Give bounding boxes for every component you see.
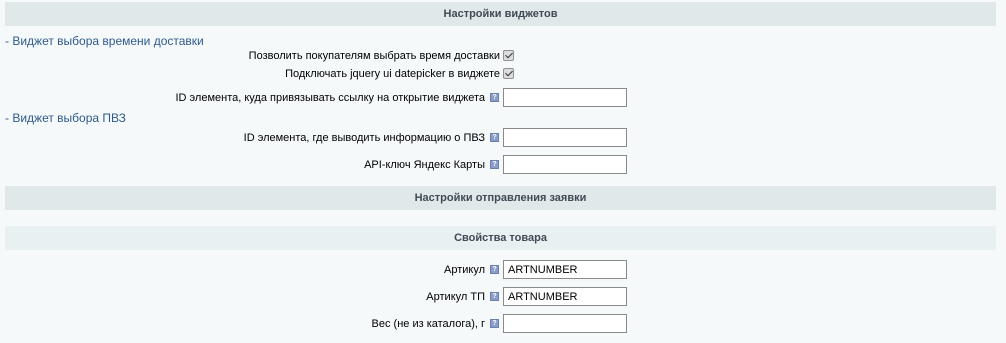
pvz-widget-section[interactable]: - Виджет выбора ПВЗ: [5, 111, 126, 125]
article-row: Артикул ?: [0, 260, 1006, 280]
article-tp-label: Артикул ТП: [426, 291, 485, 303]
widget-link-element-label: ID элемента, куда привязывать ссылку на …: [175, 92, 485, 104]
product-properties-heading: Свойства товара: [5, 226, 996, 250]
hint-icon[interactable]: ?: [490, 319, 499, 328]
widget-link-element-input[interactable]: [503, 88, 627, 107]
hint-icon[interactable]: ?: [490, 133, 499, 142]
connect-datepicker-label: Подключать jquery ui datepicker в виджет…: [285, 68, 500, 80]
request-settings-heading: Настройки отправления заявки: [5, 186, 996, 210]
yandex-api-key-input[interactable]: [503, 155, 627, 174]
pvz-info-element-label: ID элемента, где выводить информацию о П…: [243, 132, 485, 144]
weight-row: Вес (не из каталога), г ?: [0, 314, 1006, 334]
yandex-api-key-label: API-ключ Яндекс Карты: [364, 159, 485, 171]
article-tp-input[interactable]: [503, 287, 627, 306]
connect-datepicker-checkbox[interactable]: [503, 68, 514, 79]
pvz-info-element-row: ID элемента, где выводить информацию о П…: [0, 128, 1006, 148]
article-tp-row: Артикул ТП ?: [0, 287, 1006, 307]
yandex-api-key-row: API-ключ Яндекс Карты ?: [0, 155, 1006, 175]
allow-time-choice-checkbox[interactable]: [503, 50, 514, 61]
widget-link-element-row: ID элемента, куда привязывать ссылку на …: [0, 88, 1006, 108]
hint-icon[interactable]: ?: [490, 265, 499, 274]
article-label: Артикул: [443, 264, 485, 276]
allow-time-choice-label: Позволить покупателям выбрать время дост…: [248, 50, 500, 62]
hint-icon[interactable]: ?: [490, 160, 499, 169]
weight-label: Вес (не из каталога), г: [371, 318, 485, 330]
article-input[interactable]: [503, 260, 627, 279]
weight-input[interactable]: [503, 314, 627, 333]
pvz-info-element-input[interactable]: [503, 128, 627, 147]
widget-settings-heading: Настройки виджетов: [5, 2, 996, 26]
connect-datepicker-row: Подключать jquery ui datepicker в виджет…: [0, 64, 1006, 84]
hint-icon[interactable]: ?: [490, 93, 499, 102]
allow-time-choice-row: Позволить покупателям выбрать время дост…: [0, 46, 1006, 66]
hint-icon[interactable]: ?: [490, 292, 499, 301]
